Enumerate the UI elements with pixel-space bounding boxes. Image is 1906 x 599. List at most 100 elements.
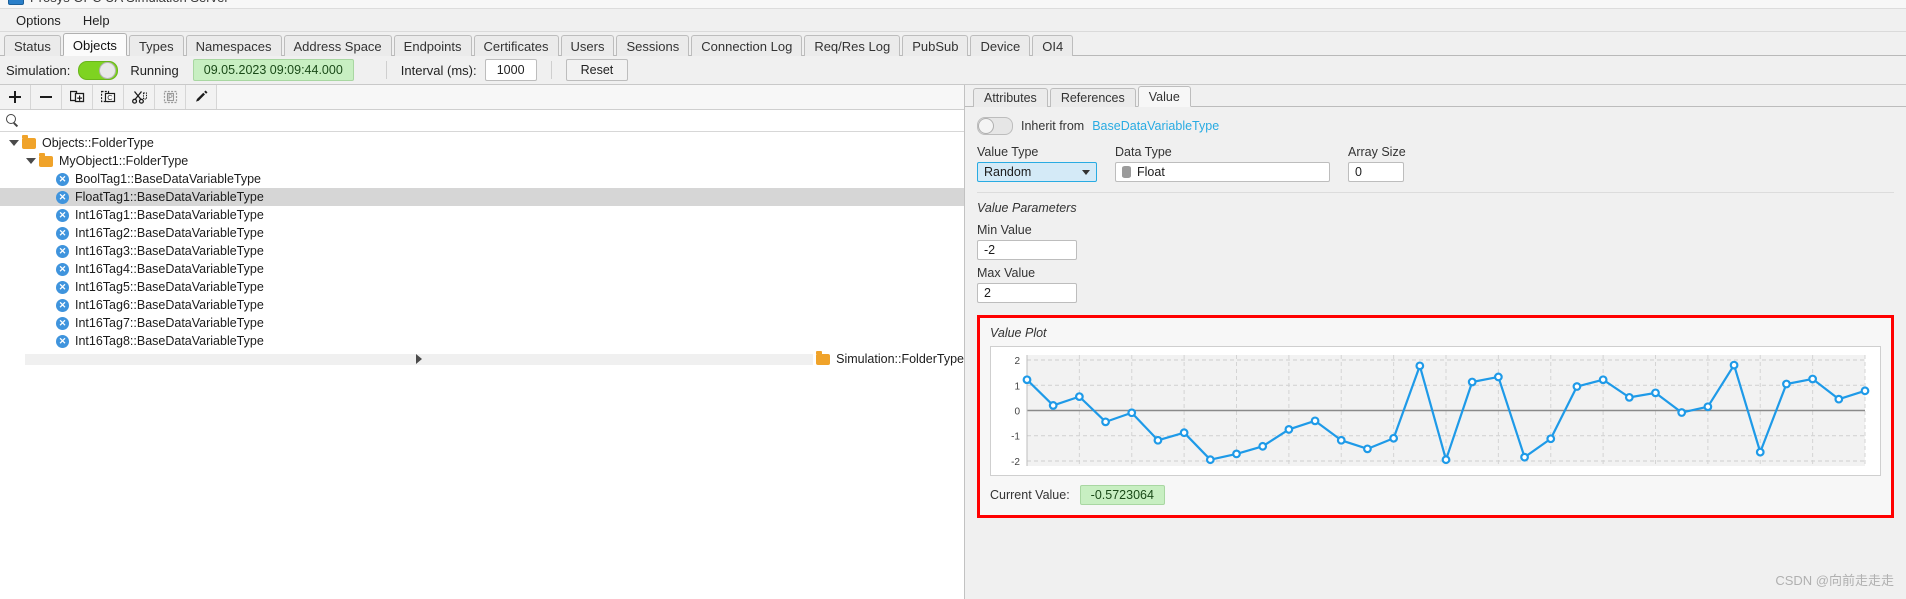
value-plot-chart[interactable]: 2 1 0 -1 -2 [990,346,1881,476]
tab-status[interactable]: Status [4,35,61,56]
variable-icon: ✕ [56,298,69,312]
edit-icon[interactable] [186,85,217,109]
current-value-row: Current Value: -0.5723064 [990,485,1881,505]
search-input[interactable] [19,112,964,129]
tree-row[interactable]: ✕ BoolTag1::BaseDataVariableType [0,170,964,188]
detail-tab-value[interactable]: Value [1137,86,1191,107]
tree-row[interactable]: ✕ Int16Tag6::BaseDataVariableType [0,296,964,314]
menu-item-help[interactable]: Help [73,11,120,30]
tree-row[interactable]: MyObject1::FolderType [0,152,964,170]
series-point [1441,455,1451,465]
cut-icon[interactable] [124,85,155,109]
simulation-timestamp: 09.05.2023 09:09:44.000 [192,59,354,81]
copy-icon[interactable]: C [93,85,124,109]
tab-objects[interactable]: Objects [62,33,127,56]
chevron-down-icon[interactable] [8,138,19,149]
array-size-label: Array Size [1348,145,1406,159]
min-value-input[interactable]: -2 [977,240,1077,260]
tab-certificates[interactable]: Certificates [473,35,559,56]
tab-device[interactable]: Device [970,35,1031,56]
inherit-type-link[interactable]: BaseDataVariableType [1092,119,1219,133]
max-value-value: 2 [984,286,991,300]
array-size-value: 0 [1355,165,1362,179]
data-type-field[interactable]: Float [1115,162,1330,182]
value-type-select[interactable]: Random [977,162,1097,182]
tree-row[interactable]: Simulation::FolderType [0,350,964,368]
chevron-right-icon[interactable] [25,353,814,365]
series-point [1179,428,1189,438]
tree-row[interactable]: Objects::FolderType [0,134,964,152]
svg-text:C: C [107,93,113,102]
tree-row[interactable]: ✕ Int16Tag1::BaseDataVariableType [0,206,964,224]
tab-users[interactable]: Users [560,35,615,56]
tab-types[interactable]: Types [128,35,184,56]
tree-row[interactable]: ✕ Int16Tag8::BaseDataVariableType [0,332,964,350]
tab-oi4[interactable]: OI4 [1032,35,1074,56]
reset-button[interactable]: Reset [565,59,629,81]
inherit-toggle[interactable] [977,117,1013,135]
y-axis-tick-label: 0 [1014,407,1020,418]
tab-namespaces[interactable]: Namespaces [185,35,282,56]
tab-pubsub[interactable]: PubSub [902,35,969,56]
tree-row-label: Objects::FolderType [42,136,154,150]
tree-row[interactable]: ✕ Int16Tag4::BaseDataVariableType [0,260,964,278]
array-size-input[interactable]: 0 [1348,162,1404,182]
series-point [1205,455,1215,465]
tree-row[interactable]: ✕ Int16Tag3::BaseDataVariableType [0,242,964,260]
detail-tab-references[interactable]: References [1049,88,1136,107]
tab-endpoints[interactable]: Endpoints [393,35,472,56]
tab-address-space[interactable]: Address Space [283,35,392,56]
series-point [1624,392,1634,402]
add-icon[interactable] [0,85,31,109]
series-point [1782,379,1791,389]
y-axis-tick-label: 1 [1014,381,1020,392]
data-type-label: Data Type [1115,145,1172,159]
tab-sessions[interactable]: Sessions [616,35,690,56]
svg-text:P: P [168,94,173,101]
series-point [1415,361,1425,371]
remove-icon[interactable] [31,85,62,109]
toggle-knob [99,61,117,79]
current-value-field: -0.5723064 [1079,485,1165,505]
value-plot-panel: Value Plot 2 1 0 -1 -2 Current Value: -0.572… [977,315,1894,518]
menu-bar: Options Help [0,9,1906,32]
series-point [1074,392,1084,402]
add-box-icon[interactable] [62,85,93,109]
variable-icon: ✕ [56,226,69,240]
detail-tab-attributes[interactable]: Attributes [973,88,1048,107]
tree-row[interactable]: ✕ Int16Tag5::BaseDataVariableType [0,278,964,296]
series-point [1153,435,1163,445]
main-tab-strip: Status Objects Types Namespaces Address Spac… [0,32,1906,56]
tree-toolbar: C P [0,85,964,110]
app-icon [8,0,24,5]
current-value-label: Current Value: [990,488,1070,502]
folder-icon [39,152,53,167]
simulation-toggle[interactable] [78,60,119,80]
tree-row[interactable]: ✕ Int16Tag2::BaseDataVariableType [0,224,964,242]
tree-row[interactable]: ✕ Int16Tag7::BaseDataVariableType [0,314,964,332]
app-window: Prosys OPC UA Simulation Server Options … [0,0,1906,599]
paste-icon[interactable]: P [155,85,186,109]
max-value-input[interactable]: 2 [977,283,1077,303]
value-type-label: Value Type [977,145,1039,159]
chevron-down-icon[interactable] [25,156,36,167]
toolbar-separator-1 [385,61,387,79]
tree-row-label: Int16Tag4::BaseDataVariableType [75,262,264,276]
tab-connection-log[interactable]: Connection Log [691,35,803,56]
inherit-toggle-knob [978,118,994,134]
tab-req-res-log[interactable]: Req/Res Log [804,35,901,56]
series-point [1232,449,1241,459]
menu-item-options[interactable]: Options [6,11,71,30]
variable-icon: ✕ [56,262,69,276]
tree-row-label: Simulation::FolderType [836,352,964,366]
interval-input[interactable]: 1000 [484,59,537,81]
min-value-value: -2 [984,243,996,257]
tree-row[interactable]: ✕ FloatTag1::BaseDataVariableType [0,188,964,206]
y-axis-tick-label: -1 [1011,432,1020,443]
